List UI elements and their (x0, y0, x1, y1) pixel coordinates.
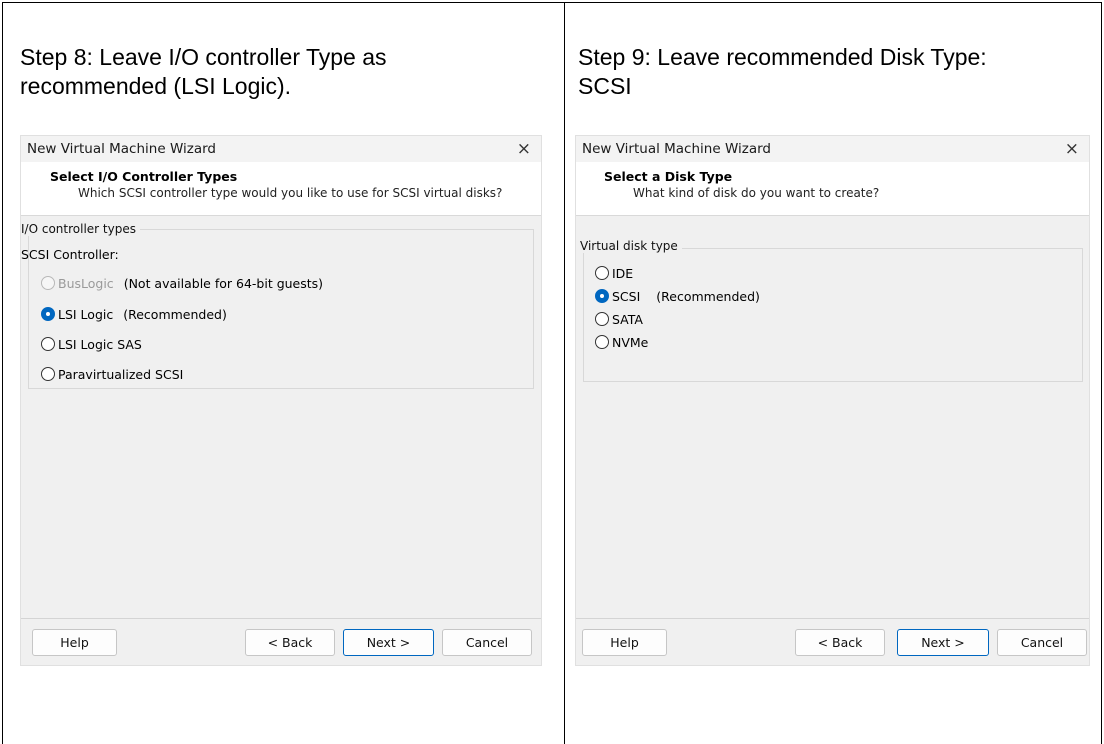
wizard-titlebar: New Virtual Machine Wizard × (576, 136, 1089, 162)
cell-divider (564, 3, 565, 744)
option-label: BusLogic (58, 275, 114, 291)
option-label: NVMe (612, 334, 649, 350)
group-label: I/O controller types (21, 222, 140, 236)
option-label: Paravirtualized SCSI (58, 366, 184, 382)
footer-divider (21, 618, 541, 619)
wizard-body: I/O controller types SCSI Controller: Bu… (21, 217, 541, 607)
cancel-button[interactable]: Cancel (442, 629, 532, 656)
option-label: SATA (612, 311, 643, 327)
radio-button-icon[interactable] (595, 312, 609, 326)
io-controller-wizard-window: New Virtual Machine Wizard × Select I/O … (20, 135, 542, 666)
radio-button-selected-icon[interactable] (41, 307, 55, 321)
radio-nvme[interactable]: NVMe (595, 333, 648, 351)
option-note: (Recommended) (656, 288, 760, 304)
wizard-header-title: Select a Disk Type (604, 169, 733, 184)
radio-lsi-logic[interactable]: LSI Logic (Recommended) (41, 305, 227, 323)
wizard-titlebar: New Virtual Machine Wizard × (21, 136, 541, 162)
radio-paravirtualized-scsi[interactable]: Paravirtualized SCSI (41, 365, 183, 383)
help-button[interactable]: Help (582, 629, 667, 656)
radio-button-icon[interactable] (41, 337, 55, 351)
step-9-heading: Step 9: Leave recommended Disk Type: SCS… (578, 43, 987, 101)
next-button[interactable]: Next > (897, 629, 989, 656)
wizard-title: New Virtual Machine Wizard (27, 141, 216, 157)
option-label: LSI Logic (58, 306, 114, 322)
radio-scsi[interactable]: SCSI (Recommended) (595, 287, 760, 305)
option-note: (Not available for 64-bit guests) (123, 275, 324, 291)
wizard-body: Virtual disk type IDE SCSI (Recommended)… (576, 217, 1089, 607)
step-8-heading-line2: recommended (LSI Logic). (20, 73, 292, 99)
page-table: Step 8: Leave I/O controller Type as rec… (2, 2, 1102, 744)
option-label: LSI Logic SAS (58, 336, 142, 352)
radio-ide[interactable]: IDE (595, 264, 633, 282)
radio-lsi-logic-sas[interactable]: LSI Logic SAS (41, 335, 142, 353)
close-icon[interactable]: × (1065, 139, 1079, 159)
wizard-title: New Virtual Machine Wizard (582, 141, 771, 157)
scsi-controller-label: SCSI Controller: (21, 247, 119, 262)
option-label: SCSI (612, 288, 641, 304)
help-button[interactable]: Help (32, 629, 117, 656)
radio-buslogic: BusLogic (Not available for 64-bit guest… (41, 274, 323, 292)
close-icon[interactable]: × (517, 139, 531, 159)
back-button[interactable]: < Back (795, 629, 885, 656)
next-button[interactable]: Next > (343, 629, 434, 656)
option-note: (Recommended) (123, 306, 227, 322)
option-label: IDE (612, 265, 634, 281)
radio-button-icon[interactable] (595, 335, 609, 349)
step-9-heading-line2: SCSI (578, 73, 632, 99)
group-label: Virtual disk type (580, 239, 682, 253)
wizard-header: Select I/O Controller Types Which SCSI c… (21, 162, 541, 216)
radio-button-selected-icon[interactable] (595, 289, 609, 303)
radio-button-icon[interactable] (595, 266, 609, 280)
step-9-heading-line1: Step 9: Leave recommended Disk Type: (578, 44, 987, 70)
wizard-header: Select a Disk Type What kind of disk do … (576, 162, 1089, 216)
step-8-heading: Step 8: Leave I/O controller Type as rec… (20, 43, 387, 101)
back-button[interactable]: < Back (245, 629, 335, 656)
radio-button-icon[interactable] (41, 367, 55, 381)
disk-type-group (583, 248, 1083, 382)
radio-button-icon (41, 276, 55, 290)
footer-divider (576, 618, 1089, 619)
radio-sata[interactable]: SATA (595, 310, 643, 328)
wizard-header-title: Select I/O Controller Types (50, 169, 238, 184)
wizard-header-subtitle: Which SCSI controller type would you lik… (78, 186, 503, 200)
disk-type-wizard-window: New Virtual Machine Wizard × Select a Di… (575, 135, 1090, 666)
wizard-header-subtitle: What kind of disk do you want to create? (633, 186, 880, 200)
cancel-button[interactable]: Cancel (997, 629, 1087, 656)
step-8-heading-line1: Step 8: Leave I/O controller Type as (20, 44, 387, 70)
